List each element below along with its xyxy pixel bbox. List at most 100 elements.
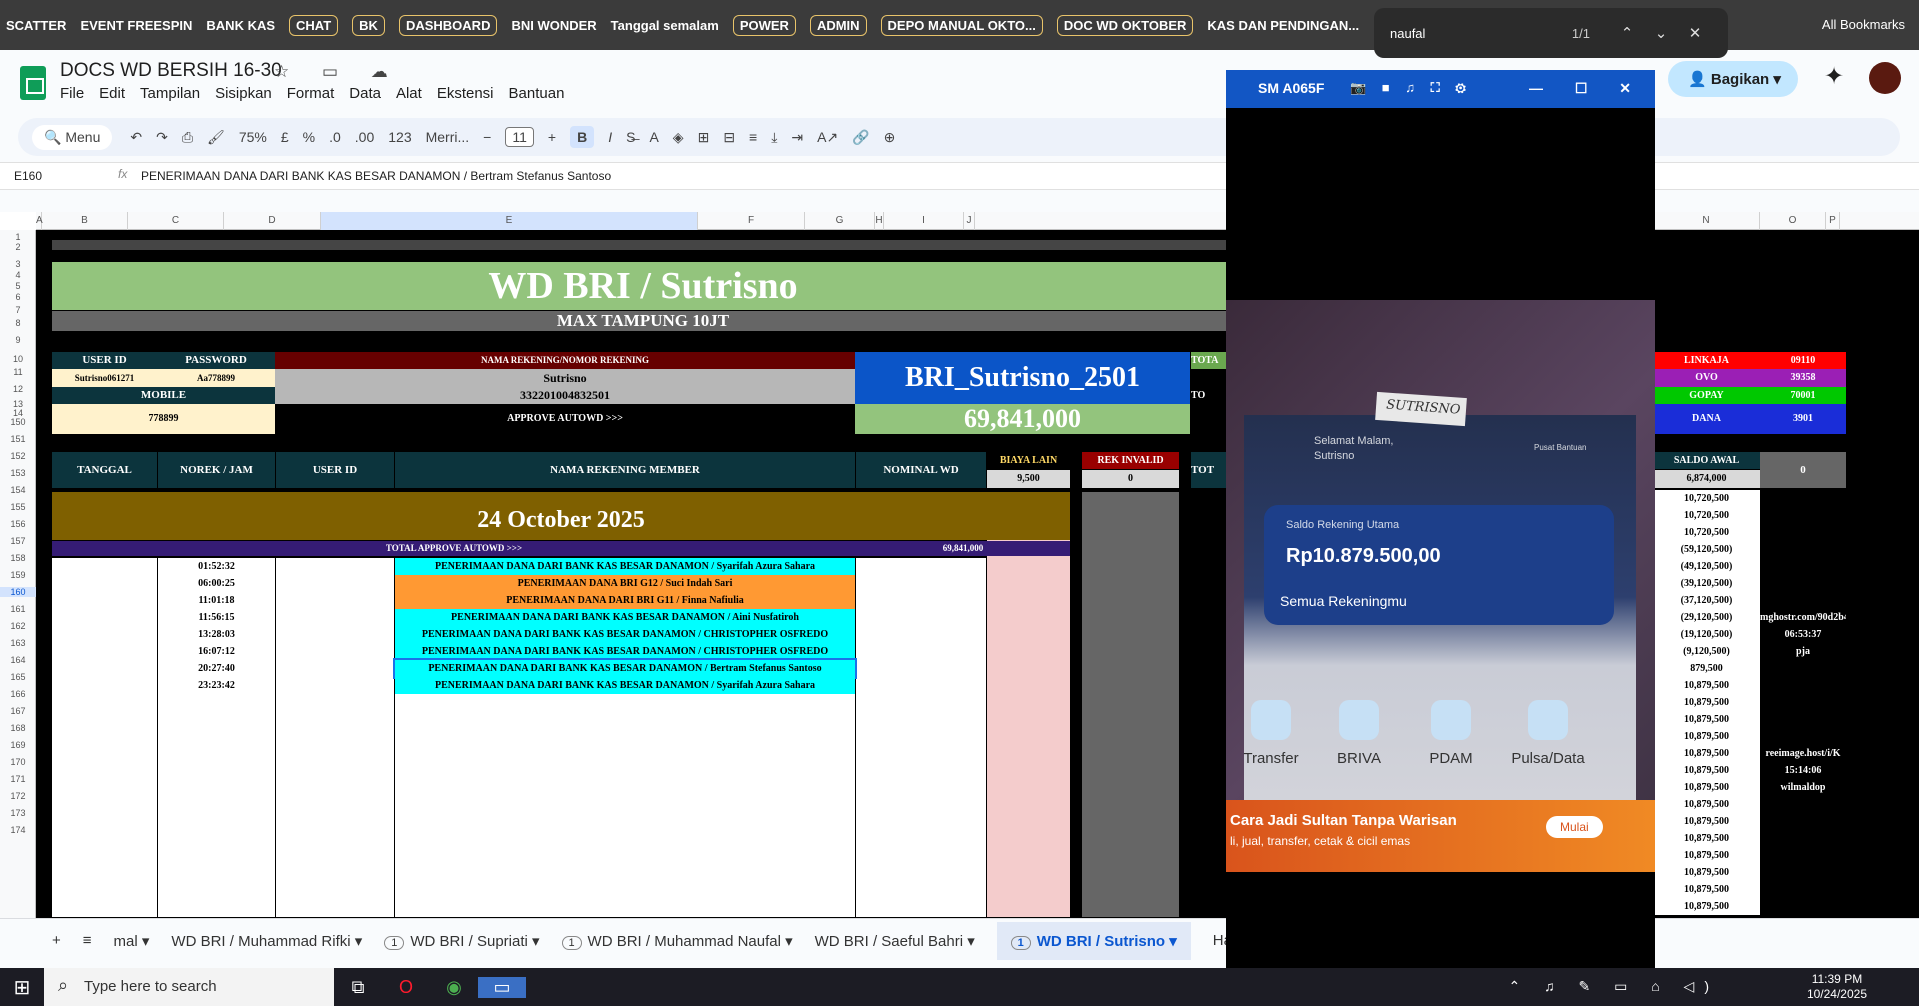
saldo-value[interactable]: 10,879,500 [1653, 745, 1760, 762]
close-icon[interactable]: ✕ [1678, 24, 1712, 42]
comment-icon[interactable]: ⊕ [884, 129, 896, 146]
bookmark-item[interactable]: SCATTER [6, 18, 66, 33]
bookmark-item[interactable]: BNI WONDER [511, 18, 596, 33]
entry-name[interactable]: PENERIMAAN DANA DARI BANK KAS BESAR DANA… [395, 677, 855, 694]
row-header[interactable]: 160 [0, 587, 36, 597]
sheet-subtitle[interactable]: MAX TAMPUNG 10JT [52, 311, 1234, 331]
entry-time[interactable]: 23:23:42 [158, 677, 275, 694]
row-header[interactable]: 171 [0, 774, 36, 784]
row-header[interactable]: 165 [0, 672, 36, 682]
column-header[interactable]: C [128, 212, 224, 230]
total-approve-value[interactable]: 69,841,000 [856, 541, 1070, 556]
row-header[interactable]: 162 [0, 621, 36, 631]
taskbar-search[interactable]: Type here to search [44, 968, 334, 1006]
header-o[interactable]: 0 [1760, 452, 1846, 488]
valign-icon[interactable]: ⤓ [771, 129, 777, 146]
saldo-value[interactable]: 10,879,500 [1653, 694, 1760, 711]
system-tray[interactable]: ⌃ ♫ ✎ ▭ ⌂ ◁) [1508, 978, 1719, 995]
saldo-value[interactable]: (37,120,500) [1653, 592, 1760, 609]
tab-menu-icon[interactable]: ▾ [963, 933, 975, 950]
all-sheets-icon[interactable]: ≡ [83, 932, 92, 949]
sheet-tab[interactable]: 1 WD BRI / Supriati ▾ [384, 932, 540, 950]
column-header[interactable]: J [964, 212, 975, 230]
entry-time[interactable]: 16:07:12 [158, 643, 275, 660]
column-header[interactable]: E [321, 212, 698, 230]
row-header[interactable]: 169 [0, 740, 36, 750]
row-header[interactable]: 161 [0, 604, 36, 614]
saldo-value[interactable]: 10,879,500 [1653, 796, 1760, 813]
row-header[interactable]: 167 [0, 706, 36, 716]
bold-button[interactable]: B [570, 126, 595, 148]
bookmark-item[interactable]: EVENT FREESPIN [80, 18, 192, 33]
window-controls[interactable]: — ☐ ✕ [1529, 80, 1645, 97]
biaya-value[interactable]: 9,500 [987, 470, 1070, 488]
wallet-name[interactable]: OVO [1653, 369, 1760, 387]
menu-bantuan[interactable]: Bantuan [509, 85, 565, 102]
app-icon[interactable]: ▭ [478, 976, 526, 998]
header-biaya[interactable]: BIAYA LAIN [987, 452, 1070, 469]
row-header[interactable]: 10 [0, 354, 36, 364]
note-value[interactable]: 15:14:06 [1760, 762, 1846, 779]
header-tanggal[interactable]: TANGGAL [52, 452, 157, 488]
header-norek[interactable]: NOREK / JAM [158, 452, 275, 488]
entry-time[interactable]: 13:28:03 [158, 626, 275, 643]
row-header[interactable]: 158 [0, 553, 36, 563]
saldo-value[interactable]: 10,720,500 [1653, 524, 1760, 541]
doc-title[interactable]: DOCS WD BERSIH 16-30 [60, 60, 282, 82]
saldo-value[interactable]: (49,120,500) [1653, 558, 1760, 575]
column-header[interactable]: G [805, 212, 875, 230]
entry-time[interactable]: 11:56:15 [158, 609, 275, 626]
row-header[interactable]: 172 [0, 791, 36, 801]
paint-format-icon[interactable]: 🖌 [207, 129, 225, 146]
menu-alat[interactable]: Alat [396, 85, 422, 102]
saldo-value[interactable]: (9,120,500) [1653, 643, 1760, 660]
video-titlebar[interactable]: SM A065F 📷 ■ ♫ ⛶ ⚙ — ☐ ✕ [1226, 70, 1655, 108]
approve-label[interactable]: APPROVE AUTOWD >>> [275, 404, 855, 434]
tab-menu-icon[interactable]: ▾ [781, 933, 793, 950]
tab-menu-icon[interactable]: ▾ [351, 933, 363, 950]
row-header[interactable]: 164 [0, 655, 36, 665]
row-header[interactable]: 5 [0, 281, 36, 291]
saldo-value[interactable]: 10,879,500 [1653, 677, 1760, 694]
saldo-value[interactable]: 10,879,500 [1653, 728, 1760, 745]
menu-format[interactable]: Format [287, 85, 335, 102]
wallet-value[interactable]: 39358 [1760, 369, 1846, 387]
increase-decimal-button[interactable]: .00 [355, 129, 374, 145]
star-icon[interactable]: ☆ ▭ ☁ [274, 62, 402, 82]
column-header[interactable]: D [224, 212, 321, 230]
avatar[interactable] [1869, 62, 1901, 94]
chevron-down-icon[interactable]: ⌄ [1644, 24, 1678, 42]
row-header[interactable]: 170 [0, 757, 36, 767]
bookmark-item[interactable]: DOC WD OKTOBER [1056, 14, 1194, 36]
saldo-value[interactable]: 10,720,500 [1653, 490, 1760, 507]
row-header[interactable]: 152 [0, 451, 36, 461]
saldo-value[interactable]: 10,879,500 [1653, 779, 1760, 796]
sheet-tab[interactable]: WD BRI / Muhammad Rifki ▾ [171, 932, 362, 950]
fill-color-icon[interactable]: ◈ [673, 129, 684, 146]
bookmark-item[interactable]: CHAT [289, 14, 339, 36]
entry-name[interactable]: PENERIMAAN DANA DARI BRI G11 / Finna Naf… [395, 592, 855, 609]
chrome-icon[interactable]: ◉ [430, 977, 478, 998]
bookmark-item[interactable]: KAS DAN PENDINGAN... [1207, 18, 1359, 33]
entry-name[interactable]: PENERIMAAN DANA DARI BANK KAS BESAR DANA… [395, 643, 855, 660]
row-header[interactable]: 150 [0, 417, 36, 427]
row-header[interactable]: 6 [0, 292, 36, 302]
column-header[interactable]: H [875, 212, 884, 230]
bookmark-item[interactable]: Tanggal semalam [611, 18, 719, 33]
undo-icon[interactable]: ↶ [130, 129, 142, 146]
wallet-value[interactable]: 3901 [1760, 404, 1846, 434]
bank-code[interactable]: BRI_Sutrisno_2501 [855, 352, 1190, 404]
row-header[interactable]: 163 [0, 638, 36, 648]
wallet-name[interactable]: LINKAJA [1653, 352, 1760, 369]
formula-input[interactable]: PENERIMAAN DANA DARI BANK KAS BESAR DANA… [141, 169, 611, 183]
font-select[interactable]: Merri... [426, 129, 470, 145]
text-color-icon[interactable]: A [649, 129, 658, 145]
row-header[interactable]: 11 [0, 367, 36, 377]
menu-search[interactable]: 🔍 Menu [32, 124, 113, 150]
note-value[interactable]: 06:53:37 [1760, 626, 1846, 643]
rek-invalid-value[interactable]: 0 [1082, 470, 1179, 488]
share-button[interactable]: 👤 Bagikan ▾ [1668, 61, 1798, 97]
bookmark-item[interactable]: BANK KAS [206, 18, 275, 33]
menu-file[interactable]: File [60, 85, 84, 102]
italic-button[interactable]: I [608, 129, 612, 145]
